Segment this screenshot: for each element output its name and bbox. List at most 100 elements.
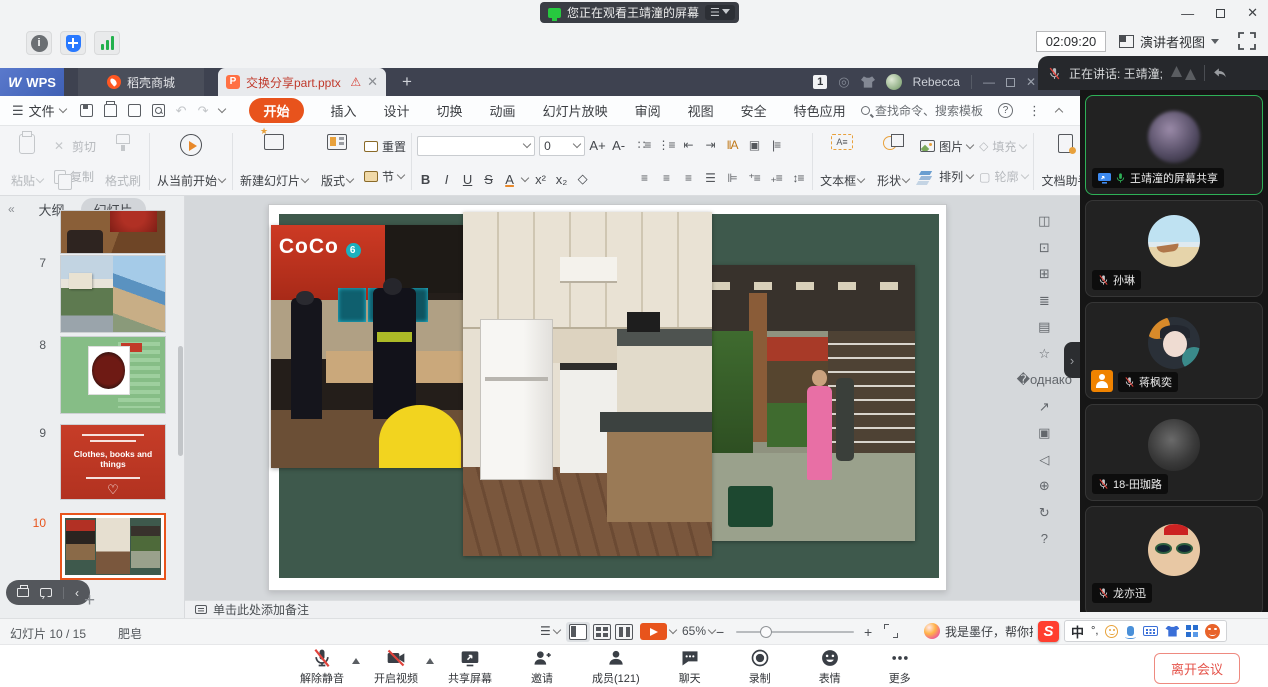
chat-button[interactable]: 聊天 xyxy=(670,648,710,686)
chart-pane-icon[interactable]: ▤ xyxy=(1038,320,1050,333)
menu-view[interactable]: 视图 xyxy=(688,98,714,123)
participant-tile[interactable]: 孙琳 xyxy=(1085,200,1263,297)
slide-thumbnail-8[interactable] xyxy=(60,336,166,414)
wps-logo-tab[interactable]: W WPS xyxy=(0,68,64,96)
wps-restore-button[interactable] xyxy=(1006,78,1015,87)
share-pane-icon[interactable]: ↗ xyxy=(1039,400,1050,413)
image-pane-icon[interactable]: ▣ xyxy=(1038,426,1050,439)
fill-button[interactable]: ◇填充 xyxy=(979,138,1028,155)
superscript-button[interactable]: x² xyxy=(532,172,549,187)
zoom-out-button[interactable]: − xyxy=(716,624,724,640)
unmute-button[interactable]: 解除静音 xyxy=(300,648,344,686)
columns-button[interactable]: ▣ xyxy=(745,138,763,152)
ime-assistant-icon[interactable] xyxy=(1205,624,1220,639)
menu-home[interactable]: 开始 xyxy=(249,98,303,123)
share-screen-button[interactable]: 共享屏幕 xyxy=(448,648,492,686)
align-center-button[interactable]: ≡ xyxy=(657,171,675,185)
redo-icon[interactable]: ↷ xyxy=(198,103,209,119)
voice-input-icon[interactable] xyxy=(1127,626,1134,636)
wps-minimize-button[interactable]: — xyxy=(983,75,995,89)
wps-close-button[interactable]: ✕ xyxy=(1026,75,1036,89)
new-tab-button[interactable]: + xyxy=(402,68,412,96)
notes-bar[interactable]: 单击此处添加备注 xyxy=(185,600,1080,618)
photo-grocery-store[interactable] xyxy=(712,265,915,541)
notes-toggle-button[interactable]: ☰ xyxy=(540,624,560,638)
user-name[interactable]: Rebecca xyxy=(913,75,960,89)
photo-kitchen[interactable] xyxy=(463,212,712,556)
increase-indent-button[interactable]: ⇥ xyxy=(701,138,719,152)
arrange-button[interactable]: 排列 xyxy=(920,168,973,185)
new-slide-button[interactable]: 新建幻灯片 xyxy=(238,131,310,192)
properties-pane-icon[interactable]: ◫ xyxy=(1038,214,1050,227)
history-pane-icon[interactable]: ↻ xyxy=(1039,506,1050,519)
text-align-button[interactable]: |≡ xyxy=(767,138,785,152)
ime-language-toggle[interactable]: 中 xyxy=(1071,622,1084,641)
font-color-caret[interactable] xyxy=(521,174,529,182)
decrease-indent-button[interactable]: ⇤ xyxy=(679,138,697,152)
panel-collapse-button[interactable]: › xyxy=(1064,342,1080,378)
strikethrough-button[interactable]: S xyxy=(480,172,497,187)
tab-docer-store[interactable]: 稻壳商城 xyxy=(78,68,204,96)
zoom-knob[interactable] xyxy=(760,626,772,638)
reading-view-button[interactable] xyxy=(612,622,636,642)
soft-keyboard-icon[interactable] xyxy=(1143,626,1158,636)
zoom-level[interactable]: 65% xyxy=(682,624,715,638)
text-direction-button[interactable]: ‖A xyxy=(723,138,741,152)
help-pane-icon[interactable]: ? xyxy=(1041,532,1048,545)
normal-view-button[interactable] xyxy=(566,622,590,642)
section-button[interactable]: 节 xyxy=(364,168,406,185)
menu-insert[interactable]: 插入 xyxy=(331,98,357,123)
comment-pane-icon[interactable]: �однако xyxy=(1017,373,1072,386)
fullscreen-button[interactable] xyxy=(1238,32,1256,55)
menu-security[interactable]: 安全 xyxy=(741,98,767,123)
font-size-select[interactable]: 0 xyxy=(539,136,585,156)
reset-button[interactable]: 重置 xyxy=(364,138,406,155)
paste-button[interactable]: 粘贴 xyxy=(6,131,48,192)
bold-button[interactable]: B xyxy=(417,172,434,187)
shapes-button[interactable]: 形状 xyxy=(872,131,914,192)
decrease-font-button[interactable]: A- xyxy=(610,138,627,153)
increase-spacing-button[interactable]: ⁺≡ xyxy=(745,171,763,185)
zoom-in-button[interactable]: + xyxy=(864,624,872,640)
skin-icon[interactable] xyxy=(861,76,875,88)
decrease-spacing-button[interactable]: ₊≡ xyxy=(767,171,785,185)
printer-icon[interactable] xyxy=(17,588,29,597)
record-button[interactable]: 录制 xyxy=(740,648,780,686)
print-preview-icon[interactable] xyxy=(152,104,165,117)
invite-button[interactable]: 邀请 xyxy=(522,648,562,686)
menu-design[interactable]: 设计 xyxy=(384,98,410,123)
screen-watch-banner[interactable]: 您正在观看王靖潼的屏幕 ☰ xyxy=(540,2,739,23)
participant-tile[interactable]: 18-田珈路 xyxy=(1085,404,1263,501)
more-button[interactable]: 更多 xyxy=(880,648,920,686)
participant-tile-sharing[interactable]: 王靖潼的屏幕共享 xyxy=(1085,95,1263,195)
caret-up-icon[interactable] xyxy=(352,654,360,664)
assistant-ball-icon[interactable] xyxy=(924,623,940,639)
play-from-current-button[interactable]: 从当前开始 xyxy=(155,131,227,192)
minimize-button[interactable]: — xyxy=(1181,6,1194,21)
slide-thumbnail-9[interactable]: Clothes, books and things ♡ xyxy=(60,424,166,500)
slideshow-button[interactable] xyxy=(640,623,676,640)
collapse-ribbon-icon[interactable] xyxy=(1055,108,1063,116)
more-menu-icon[interactable]: ⋮ xyxy=(1028,103,1041,119)
export-icon[interactable] xyxy=(128,104,141,117)
audio-pane-icon[interactable]: ◁ xyxy=(1039,453,1049,466)
toolbox-icon[interactable] xyxy=(1186,625,1198,637)
user-avatar[interactable] xyxy=(886,74,902,90)
ime-punctuation-toggle[interactable]: °, xyxy=(1091,625,1098,637)
photo-coco-shop[interactable]: CoCo 6 xyxy=(271,225,467,468)
menu-special-apps[interactable]: 特色应用 xyxy=(794,98,846,123)
reactions-button[interactable]: 表情 xyxy=(810,648,850,686)
view-mode-dropdown[interactable]: 演讲者视图 xyxy=(1119,31,1219,52)
favorites-pane-icon[interactable]: ☆ xyxy=(1039,347,1051,360)
font-family-select[interactable] xyxy=(417,136,535,156)
underline-button[interactable]: U xyxy=(459,172,476,187)
close-button[interactable]: ✕ xyxy=(1247,5,1258,21)
caret-up-icon[interactable] xyxy=(426,654,434,664)
sidebar-scrollbar[interactable] xyxy=(178,346,183,456)
zoom-slider[interactable] xyxy=(736,631,854,633)
tab-document-active[interactable]: P 交换分享part.pptx ⚠ ✕ xyxy=(218,68,386,96)
subscript-button[interactable]: x₂ xyxy=(553,172,570,187)
template-pane-icon[interactable]: ⊡ xyxy=(1039,241,1050,254)
mic-muted-icon[interactable] xyxy=(1048,67,1061,80)
clear-format-button[interactable]: ◇ xyxy=(574,171,591,187)
